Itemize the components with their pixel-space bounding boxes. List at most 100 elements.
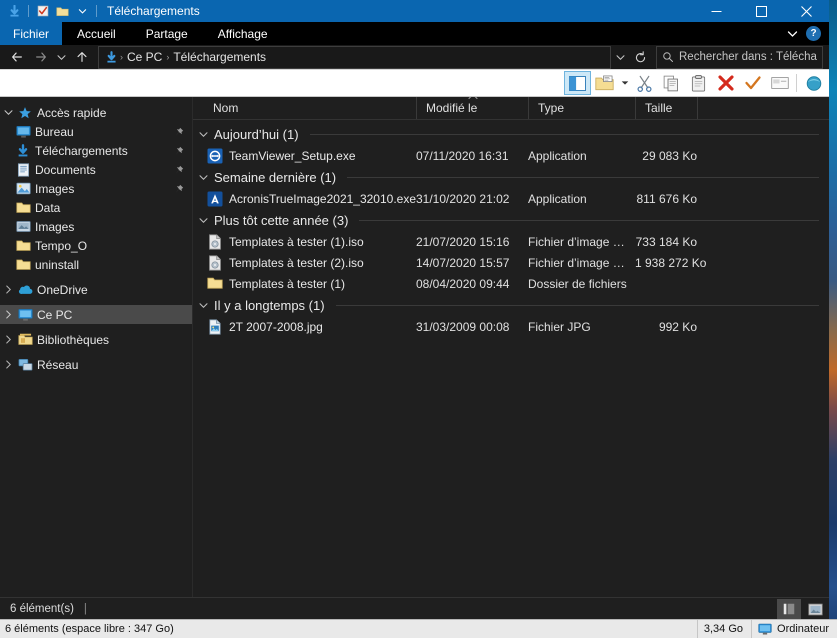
taskbar-item-summary: 6 éléments (espace libre : 347 Go) xyxy=(5,623,174,635)
pin-icon[interactable] xyxy=(174,165,184,175)
recent-locations-button[interactable] xyxy=(54,46,69,68)
group-divider xyxy=(359,219,819,221)
sidebar-item-tempo-o[interactable]: Tempo_O xyxy=(0,236,192,255)
folder-icon xyxy=(14,239,32,252)
file-name-cell[interactable]: 2T 2007-2008.jpg xyxy=(193,318,416,335)
chevron-down-icon[interactable] xyxy=(199,302,209,309)
chevron-down-icon[interactable] xyxy=(199,131,209,138)
sidebar-item-uninstall[interactable]: uninstall xyxy=(0,255,192,274)
file-name-cell[interactable]: TeamViewer_Setup.exe xyxy=(193,148,416,164)
navigation-pane-toggle[interactable] xyxy=(564,71,591,95)
chevron-right-icon[interactable] xyxy=(0,360,16,369)
chevron-right-icon[interactable] xyxy=(0,335,16,344)
file-name-cell[interactable]: AcronisTrueImage2021_32010.exe xyxy=(193,191,416,207)
paste-button[interactable] xyxy=(685,71,712,95)
table-row[interactable]: Templates à tester (2).iso 14/07/2020 15… xyxy=(193,252,829,273)
navigation-pane[interactable]: Accès rapide Bureau Téléchargements Docu… xyxy=(0,97,193,597)
forward-button[interactable] xyxy=(30,46,52,68)
up-button[interactable] xyxy=(71,46,93,68)
breadcrumb-ce-pc[interactable]: Ce PC xyxy=(124,50,165,64)
libraries-icon xyxy=(16,333,34,346)
sidebar-item-reseau[interactable]: Réseau xyxy=(0,355,192,374)
tab-accueil[interactable]: Accueil xyxy=(62,22,131,45)
column-header-nom[interactable]: Nom xyxy=(193,97,416,119)
chevron-down-icon[interactable] xyxy=(199,174,209,181)
sidebar-item-label: Réseau xyxy=(37,357,79,372)
chevron-right-icon[interactable] xyxy=(0,285,16,294)
pin-icon[interactable] xyxy=(174,146,184,156)
properties-icon[interactable] xyxy=(34,3,51,20)
refresh-button[interactable] xyxy=(629,46,651,68)
new-folder-icon[interactable] xyxy=(54,3,71,20)
taskbar-computer-cell: Ordinateur xyxy=(751,620,837,638)
star-icon xyxy=(16,106,34,120)
help-button[interactable]: ? xyxy=(806,26,821,41)
column-header-taille[interactable]: Taille xyxy=(635,97,697,119)
column-header-type[interactable]: Type xyxy=(528,97,635,119)
search-input[interactable]: Rechercher dans : Télécharg... xyxy=(679,51,817,63)
minimize-button[interactable] xyxy=(694,0,739,22)
network-icon xyxy=(16,358,34,372)
table-row[interactable]: Templates à tester (1) 08/04/2020 09:44 … xyxy=(193,273,829,294)
copy-button[interactable] xyxy=(658,71,685,95)
file-type: Fichier d’image di... xyxy=(528,255,633,270)
sidebar-item-bibliotheques[interactable]: Bibliothèques xyxy=(0,330,192,349)
sidebar-item-images[interactable]: Images xyxy=(0,217,192,236)
properties-button[interactable] xyxy=(800,71,827,95)
back-button[interactable] xyxy=(6,46,28,68)
search-icon xyxy=(662,51,674,63)
new-folder-dropdown[interactable] xyxy=(618,71,631,95)
sidebar-item-bureau[interactable]: Bureau xyxy=(0,122,192,141)
tab-partage[interactable]: Partage xyxy=(131,22,203,45)
customize-chevron-icon[interactable] xyxy=(74,3,91,20)
select-button[interactable] xyxy=(739,71,766,95)
pin-icon[interactable] xyxy=(174,184,184,194)
address-dropdown-button[interactable] xyxy=(613,46,628,68)
sidebar-item-data[interactable]: Data xyxy=(0,198,192,217)
table-row[interactable]: Templates à tester (1).iso 21/07/2020 15… xyxy=(193,231,829,252)
rename-button[interactable] xyxy=(766,71,793,95)
chevron-down-icon[interactable] xyxy=(199,217,209,224)
group-header-aujourdhui[interactable]: Aujourd’hui (1) xyxy=(193,123,829,145)
table-row[interactable]: AcronisTrueImage2021_32010.exe 31/10/202… xyxy=(193,188,829,209)
chevron-down-icon[interactable] xyxy=(787,30,798,38)
cut-button[interactable] xyxy=(631,71,658,95)
new-folder-button[interactable] xyxy=(591,71,618,95)
download-icon[interactable] xyxy=(6,3,23,20)
group-header-il-y-a-longtemps[interactable]: Il y a longtemps (1) xyxy=(193,294,829,316)
search-box[interactable]: Rechercher dans : Télécharg... xyxy=(656,45,823,69)
file-name-cell[interactable]: Templates à tester (1).iso xyxy=(193,233,416,250)
table-row[interactable]: TeamViewer_Setup.exe 07/11/2020 16:31 Ap… xyxy=(193,145,829,166)
file-name-cell[interactable]: Templates à tester (1) xyxy=(193,276,416,292)
file-name-cell[interactable]: Templates à tester (2).iso xyxy=(193,254,416,271)
group-header-semaine-derniere[interactable]: Semaine dernière (1) xyxy=(193,166,829,188)
details-view-button[interactable] xyxy=(777,599,801,619)
folder-icon xyxy=(207,276,223,292)
maximize-button[interactable] xyxy=(739,0,784,22)
column-header-modifie-le[interactable]: Modifié le xyxy=(416,97,528,119)
chevron-right-icon[interactable] xyxy=(0,310,16,319)
file-size: 992 Ko xyxy=(658,319,697,334)
sidebar-item-documents[interactable]: Documents xyxy=(0,160,192,179)
explorer-body: Accès rapide Bureau Téléchargements Docu… xyxy=(0,97,829,597)
close-button[interactable] xyxy=(784,0,829,22)
group-header-plus-tot-cette-annee[interactable]: Plus tôt cette année (3) xyxy=(193,209,829,231)
pin-icon[interactable] xyxy=(174,127,184,137)
table-row[interactable]: 2T 2007-2008.jpg 31/03/2009 00:08 Fichie… xyxy=(193,316,829,337)
file-list-pane[interactable]: Nom Modifié le Type Taille Aujourd’hui (… xyxy=(193,97,829,597)
address-input[interactable]: › Ce PC › Téléchargements xyxy=(98,45,611,69)
sidebar-item-onedrive[interactable]: OneDrive xyxy=(0,280,192,299)
tab-fichier[interactable]: Fichier xyxy=(0,22,63,45)
sidebar-item-acces-rapide[interactable]: Accès rapide xyxy=(0,103,192,122)
file-name: 2T 2007-2008.jpg xyxy=(229,319,323,334)
taskbar-size-text: 3,34 Go xyxy=(703,623,744,635)
delete-button[interactable] xyxy=(712,71,739,95)
chevron-down-icon[interactable] xyxy=(0,109,16,116)
large-icons-view-button[interactable] xyxy=(803,599,827,619)
tab-affichage[interactable]: Affichage xyxy=(203,22,283,45)
sidebar-item-images-pinned[interactable]: Images xyxy=(0,179,192,198)
sidebar-item-label: Images xyxy=(35,219,75,234)
sidebar-item-telechargements[interactable]: Téléchargements xyxy=(0,141,192,160)
breadcrumb-telechargements[interactable]: Téléchargements xyxy=(170,50,269,64)
sidebar-item-ce-pc[interactable]: Ce PC xyxy=(0,305,192,324)
